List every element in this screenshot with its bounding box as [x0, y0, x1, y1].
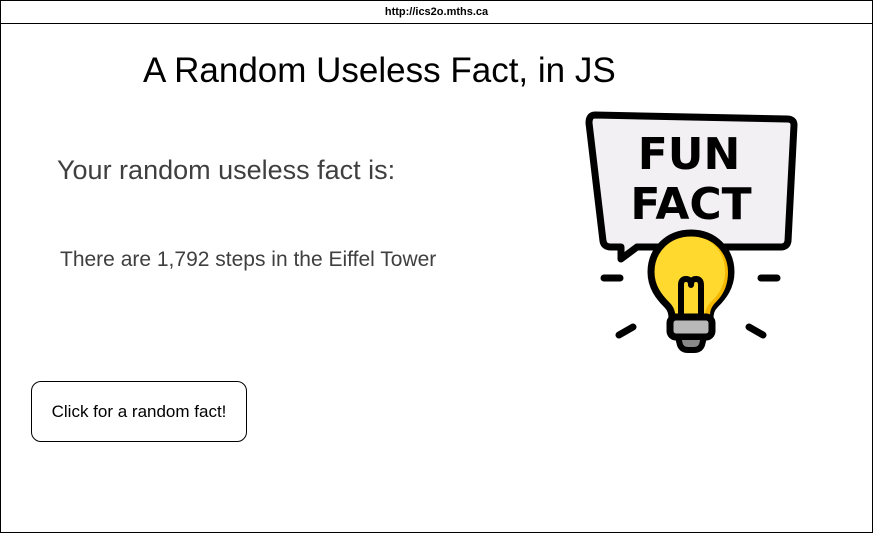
lightbulb-icon — [647, 229, 735, 353]
page-title: A Random Useless Fact, in JS — [143, 51, 616, 90]
fact-heading: Your random useless fact is: — [57, 155, 396, 185]
url-bar[interactable]: http://ics2o.mths.ca — [1, 1, 872, 24]
browser-window: http://ics2o.mths.ca A Random Useless Fa… — [0, 0, 873, 533]
ray-lower-right-icon — [745, 323, 767, 339]
ray-lower-left-icon — [615, 323, 637, 339]
random-fact-button[interactable]: Click for a random fact! — [31, 381, 247, 442]
fun-fact-image: FUN FACT — [585, 111, 798, 353]
fun-text: FUN — [638, 129, 741, 180]
fact-text: There are 1,792 steps in the Eiffel Towe… — [60, 248, 437, 271]
fact-word-text: FACT — [630, 179, 751, 230]
